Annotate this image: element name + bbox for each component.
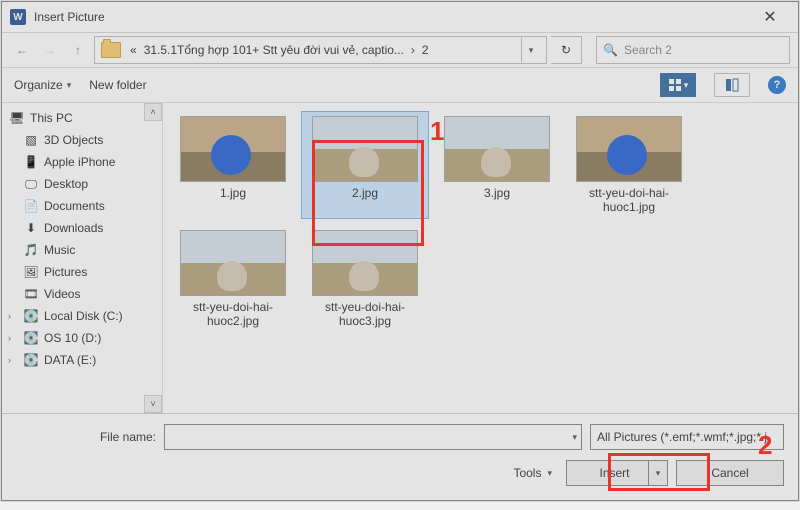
disk-icon: 💽: [24, 354, 38, 366]
file-item[interactable]: stt-yeu-doi-hai-huoc1.jpg: [565, 111, 693, 219]
preview-pane-button[interactable]: [714, 73, 750, 97]
sidebar-item-downloads[interactable]: ⬇ Downloads: [2, 217, 162, 239]
sidebar-item-label: Videos: [44, 287, 80, 301]
file-name-input[interactable]: ▾: [164, 424, 582, 450]
preview-icon: [725, 78, 739, 92]
thumbnails-icon: [668, 78, 682, 92]
insert-picture-dialog: W Insert Picture ✕ ← → ↑ « 31.5.1Tổng hợ…: [1, 1, 799, 501]
sidebar-item-local-disk-c-[interactable]: › 💽 Local Disk (C:): [2, 305, 162, 327]
file-thumbnail: [180, 116, 286, 182]
dialog-title: Insert Picture: [34, 10, 750, 24]
file-name: stt-yeu-doi-hai-huoc3.jpg: [306, 300, 424, 328]
down-icon: ⬇: [24, 222, 38, 234]
tools-button[interactable]: Tools▾: [513, 466, 552, 480]
file-grid: 1.jpg 2.jpg 3.jpg stt-yeu-doi-hai-huoc1.jpg…: [163, 103, 798, 413]
insert-button[interactable]: Insert ▾: [566, 460, 668, 486]
file-item[interactable]: stt-yeu-doi-hai-huoc3.jpg: [301, 225, 429, 333]
sidebar-item-label: This PC: [30, 111, 73, 125]
dialog-body: ˄ ˅ ⌄🖥This PC▧3D Objects📱Apple iPhone🖵De…: [2, 103, 798, 413]
file-name: stt-yeu-doi-hai-huoc2.jpg: [174, 300, 292, 328]
sidebar-item-this-pc[interactable]: ⌄🖥This PC: [2, 107, 162, 129]
sidebar-item-label: Apple iPhone: [44, 155, 115, 169]
disk-icon: 💽: [24, 310, 38, 322]
file-name: 1.jpg: [220, 186, 246, 200]
sidebar-item-documents[interactable]: 📄 Documents: [2, 195, 162, 217]
file-name: 2.jpg: [352, 186, 378, 200]
title-bar: W Insert Picture ✕: [2, 2, 798, 33]
file-name-label: File name:: [16, 430, 156, 444]
insert-dropdown[interactable]: ▾: [648, 461, 667, 485]
file-type-filter[interactable]: All Pictures (*.emf;*.wmf;*.jpg;*.j: [590, 424, 784, 450]
organize-button[interactable]: Organize▾: [14, 78, 71, 92]
filter-label: All Pictures (*.emf;*.wmf;*.jpg;*.j: [597, 430, 767, 444]
breadcrumb[interactable]: « 31.5.1Tổng hợp 101+ Stt yêu đời vui vẻ…: [94, 36, 547, 64]
file-thumbnail: [444, 116, 550, 182]
desktop-icon: 🖵: [24, 178, 38, 190]
sidebar: ˄ ˅ ⌄🖥This PC▧3D Objects📱Apple iPhone🖵De…: [2, 103, 163, 413]
close-button[interactable]: ✕: [750, 3, 790, 31]
file-item[interactable]: 1.jpg: [169, 111, 297, 219]
sidebar-item-music[interactable]: 🎵 Music: [2, 239, 162, 261]
sidebar-item-desktop[interactable]: 🖵 Desktop: [2, 173, 162, 195]
doc-icon: 📄: [24, 200, 38, 212]
music-icon: 🎵: [24, 244, 38, 256]
search-placeholder: Search 2: [624, 43, 672, 57]
breadcrumb-seg2[interactable]: 2: [422, 43, 429, 57]
file-item[interactable]: stt-yeu-doi-hai-huoc2.jpg: [169, 225, 297, 333]
file-thumbnail: [312, 230, 418, 296]
sidebar-item-label: Desktop: [44, 177, 88, 191]
search-icon: 🔍: [603, 43, 618, 57]
chevron-right-icon[interactable]: ›: [8, 311, 11, 321]
sidebar-item-3d-objects[interactable]: ▧ 3D Objects: [2, 129, 162, 151]
cancel-button[interactable]: Cancel: [676, 460, 784, 486]
sidebar-item-label: Music: [44, 243, 75, 257]
up-button[interactable]: ↑: [66, 38, 90, 62]
chevron-right-icon[interactable]: ›: [8, 333, 11, 343]
new-folder-button[interactable]: New folder: [89, 78, 146, 92]
file-thumbnail: [180, 230, 286, 296]
video-icon: 🎞: [24, 288, 38, 300]
phone-icon: 📱: [24, 156, 38, 168]
file-thumbnail: [312, 116, 418, 182]
sidebar-item-data-e-[interactable]: › 💽 DATA (E:): [2, 349, 162, 371]
chevron-down-icon[interactable]: ⌄: [8, 113, 16, 124]
file-name-dropdown[interactable]: ▾: [572, 432, 577, 443]
breadcrumb-sep: ›: [411, 43, 415, 57]
forward-button[interactable]: →: [38, 38, 62, 62]
breadcrumb-dropdown[interactable]: ▾: [521, 38, 540, 62]
sidebar-item-os-10-d-[interactable]: › 💽 OS 10 (D:): [2, 327, 162, 349]
sidebar-item-label: Downloads: [44, 221, 103, 235]
folder-icon: [101, 42, 121, 58]
sidebar-item-label: Documents: [44, 199, 105, 213]
file-item[interactable]: 3.jpg: [433, 111, 561, 219]
chevron-right-icon[interactable]: ›: [8, 355, 11, 365]
disk-icon: 💽: [24, 332, 38, 344]
sidebar-item-apple-iphone[interactable]: 📱 Apple iPhone: [2, 151, 162, 173]
sidebar-item-label: DATA (E:): [44, 353, 96, 367]
file-thumbnail: [576, 116, 682, 182]
sidebar-item-label: 3D Objects: [44, 133, 103, 147]
sidebar-item-label: Local Disk (C:): [44, 309, 123, 323]
back-button[interactable]: ←: [10, 38, 34, 62]
breadcrumb-prefix: «: [130, 43, 137, 57]
sidebar-item-label: OS 10 (D:): [44, 331, 101, 345]
file-name: stt-yeu-doi-hai-huoc1.jpg: [570, 186, 688, 214]
navigation-bar: ← → ↑ « 31.5.1Tổng hợp 101+ Stt yêu đời …: [2, 33, 798, 68]
toolbar: Organize▾ New folder ▾ ?: [2, 68, 798, 103]
file-name: 3.jpg: [484, 186, 510, 200]
sidebar-scroll-down[interactable]: ˅: [144, 395, 162, 413]
view-mode-button[interactable]: ▾: [660, 73, 696, 97]
sidebar-item-pictures[interactable]: 🖼 Pictures: [2, 261, 162, 283]
pic-icon: 🖼: [24, 266, 38, 278]
breadcrumb-seg1[interactable]: 31.5.1Tổng hợp 101+ Stt yêu đời vui vẻ, …: [144, 43, 404, 57]
help-button[interactable]: ?: [768, 76, 786, 94]
sidebar-item-videos[interactable]: 🎞 Videos: [2, 283, 162, 305]
search-input[interactable]: 🔍 Search 2: [596, 36, 790, 64]
3d-icon: ▧: [24, 134, 38, 146]
word-app-icon: W: [10, 9, 26, 25]
refresh-button[interactable]: ↻: [551, 36, 582, 64]
sidebar-item-label: Pictures: [44, 265, 87, 279]
file-item[interactable]: 2.jpg: [301, 111, 429, 219]
footer: File name: ▾ All Pictures (*.emf;*.wmf;*…: [2, 413, 798, 510]
